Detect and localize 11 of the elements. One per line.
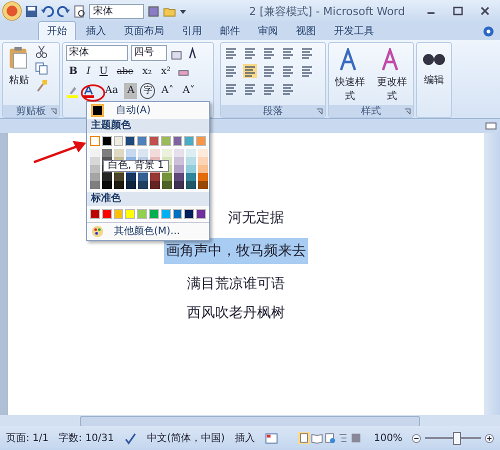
menu-item-label: 其他颜色(M)... <box>114 226 180 238</box>
group-label: 剪贴板 <box>16 104 46 118</box>
text-line: 河无定据 <box>227 209 285 227</box>
text-line: 满目荒凉谁可语 <box>186 275 286 293</box>
section-header: 标准色 <box>87 192 209 206</box>
window-title: 2 [兼容模式] - Microsoft Word <box>248 4 406 18</box>
group-label: 段落 <box>263 104 283 118</box>
section-header: 主题颜色 <box>87 119 209 133</box>
text-line: 西风吹老丹枫树 <box>186 304 286 322</box>
group-label: 样式 <box>361 104 381 118</box>
tooltip: 白色, 背景 1 <box>103 160 169 172</box>
